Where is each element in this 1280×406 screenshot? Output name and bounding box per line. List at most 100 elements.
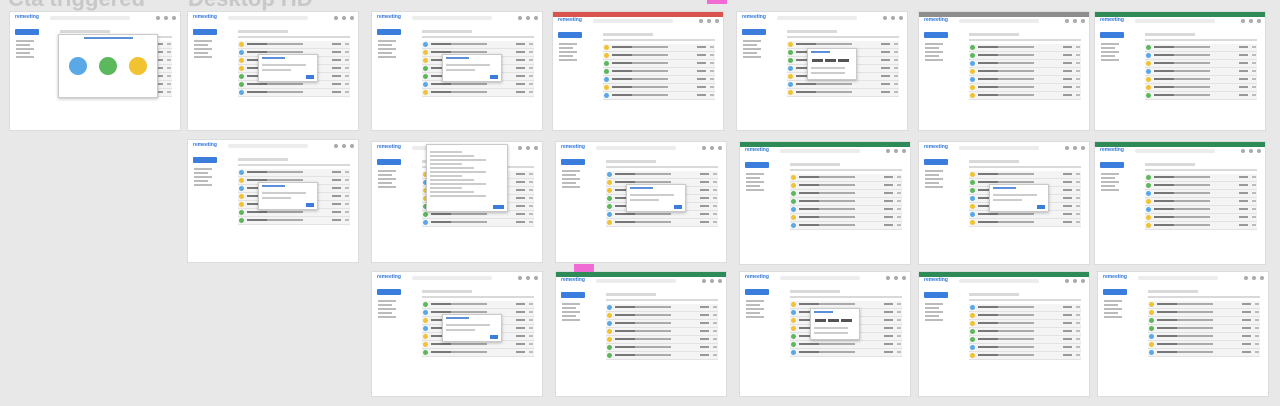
sidebar-folder-item[interactable]	[925, 51, 943, 53]
sidebar-folder-item[interactable]	[194, 56, 212, 58]
list-item[interactable]	[1145, 44, 1257, 52]
sidebar-folder-item[interactable]	[1104, 304, 1118, 306]
dialog-confirm-button[interactable]	[305, 75, 314, 79]
search-input[interactable]	[228, 144, 308, 148]
list-item[interactable]	[969, 52, 1081, 60]
help-icon[interactable]	[526, 146, 530, 150]
help-icon[interactable]	[342, 16, 346, 20]
video-icon[interactable]	[99, 57, 117, 75]
sidebar-folder-item[interactable]	[559, 59, 577, 61]
sidebar-folder-item[interactable]	[925, 319, 943, 321]
search-input[interactable]	[412, 16, 492, 20]
sidebar-folder-item[interactable]	[194, 52, 208, 54]
search-input[interactable]	[959, 19, 1039, 23]
sidebar-folder-item[interactable]	[562, 186, 580, 188]
help-icon[interactable]	[894, 149, 898, 153]
search-input[interactable]	[596, 279, 676, 283]
sidebar-folder-item[interactable]	[378, 40, 396, 42]
list-item[interactable]	[790, 341, 902, 349]
list-item[interactable]	[1148, 317, 1260, 325]
list-item[interactable]	[1145, 60, 1257, 68]
list-item[interactable]	[1148, 309, 1260, 317]
create-transcript-button[interactable]	[1103, 289, 1127, 295]
list-item[interactable]	[790, 206, 902, 214]
sidebar-folder-item[interactable]	[1101, 189, 1119, 191]
list-item[interactable]	[422, 301, 534, 309]
dialog-confirm-button[interactable]	[305, 203, 314, 207]
create-transcript-button[interactable]	[1100, 32, 1124, 38]
list-item[interactable]	[969, 328, 1081, 336]
sidebar-folder-item[interactable]	[925, 307, 939, 309]
list-item[interactable]	[422, 89, 534, 97]
list-item[interactable]	[787, 89, 899, 97]
bell-icon[interactable]	[518, 146, 522, 150]
list-item[interactable]	[1145, 52, 1257, 60]
sidebar-folder-item[interactable]	[925, 55, 939, 57]
help-icon[interactable]	[1249, 149, 1253, 153]
sidebar-folder-item[interactable]	[1101, 55, 1115, 57]
search-input[interactable]	[412, 276, 492, 280]
file-entry[interactable]	[430, 179, 474, 181]
sidebar-folder-item[interactable]	[562, 311, 580, 313]
create-transcript-button[interactable]	[558, 32, 582, 38]
sidebar-folder-item[interactable]	[194, 44, 208, 46]
avatar-icon[interactable]	[902, 276, 906, 280]
sidebar-folder-item[interactable]	[1101, 51, 1119, 53]
create-transcript-button[interactable]	[377, 289, 401, 295]
list-item[interactable]	[422, 349, 534, 357]
sidebar-folder-item[interactable]	[16, 48, 34, 50]
bell-icon[interactable]	[1241, 19, 1245, 23]
bell-icon[interactable]	[699, 19, 703, 23]
list-item[interactable]	[238, 81, 350, 89]
bell-icon[interactable]	[156, 16, 160, 20]
list-item[interactable]	[238, 41, 350, 49]
sidebar-folder-item[interactable]	[746, 308, 764, 310]
file-entry[interactable]	[430, 163, 462, 165]
help-icon[interactable]	[891, 16, 895, 20]
list-item[interactable]	[606, 328, 718, 336]
list-item[interactable]	[606, 219, 718, 227]
bell-icon[interactable]	[883, 16, 887, 20]
list-item[interactable]	[1148, 333, 1260, 341]
list-item[interactable]	[422, 211, 534, 219]
list-item[interactable]	[969, 84, 1081, 92]
list-item[interactable]	[422, 341, 534, 349]
avatar-icon[interactable]	[1257, 149, 1261, 153]
search-input[interactable]	[1138, 276, 1218, 280]
sidebar-folder-item[interactable]	[925, 59, 943, 61]
sidebar-folder-item[interactable]	[1101, 173, 1119, 175]
sidebar-folder-item[interactable]	[194, 172, 208, 174]
create-transcript-button[interactable]	[924, 292, 948, 298]
list-item[interactable]	[969, 92, 1081, 100]
avatar-icon[interactable]	[172, 16, 176, 20]
list-item[interactable]	[790, 174, 902, 182]
sidebar-folder-item[interactable]	[378, 44, 392, 46]
list-item[interactable]	[603, 92, 715, 100]
file-entry[interactable]	[430, 171, 486, 173]
bell-icon[interactable]	[886, 276, 890, 280]
list-item[interactable]	[969, 336, 1081, 344]
sidebar-folder-item[interactable]	[378, 174, 392, 176]
list-item[interactable]	[238, 89, 350, 97]
create-transcript-button[interactable]	[15, 29, 39, 35]
search-input[interactable]	[780, 149, 860, 153]
avatar-icon[interactable]	[350, 16, 354, 20]
sidebar-folder-item[interactable]	[925, 170, 943, 172]
search-input[interactable]	[959, 146, 1039, 150]
sidebar-folder-item[interactable]	[1101, 177, 1115, 179]
sidebar-folder-item[interactable]	[1104, 308, 1122, 310]
sidebar-folder-item[interactable]	[1104, 300, 1122, 302]
list-item[interactable]	[969, 68, 1081, 76]
search-input[interactable]	[1135, 149, 1215, 153]
sidebar-folder-item[interactable]	[746, 312, 760, 314]
avatar-icon[interactable]	[534, 16, 538, 20]
avatar-icon[interactable]	[534, 146, 538, 150]
list-item[interactable]	[238, 169, 350, 177]
list-item[interactable]	[790, 349, 902, 357]
list-item[interactable]	[606, 352, 718, 360]
sidebar-folder-item[interactable]	[1104, 316, 1122, 318]
file-entry[interactable]	[430, 159, 486, 161]
file-entry[interactable]	[430, 183, 486, 185]
sidebar-folder-item[interactable]	[743, 56, 761, 58]
sidebar-folder-item[interactable]	[16, 44, 30, 46]
